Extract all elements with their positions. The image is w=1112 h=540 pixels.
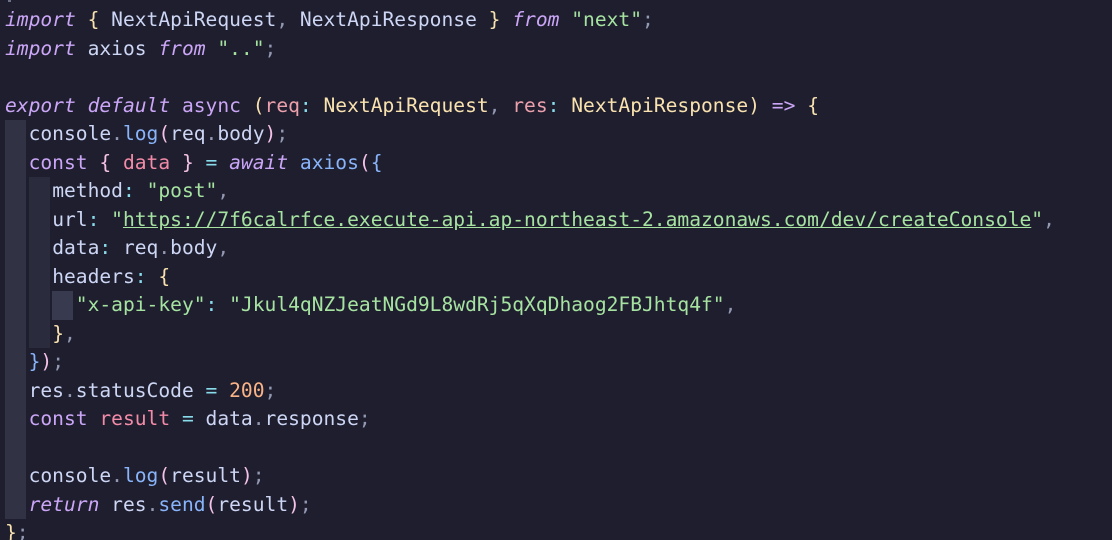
paren: ) <box>288 492 300 516</box>
code-line-5[interactable]: console.log(req.body); <box>5 120 1055 149</box>
keyword-const: const <box>28 150 88 174</box>
paren: ( <box>252 93 265 117</box>
string-literal: "x-api-key" <box>75 293 206 316</box>
brace: { <box>99 150 112 174</box>
code-line-12[interactable]: }, <box>5 319 1055 348</box>
keyword-return: return <box>28 492 100 516</box>
string-literal: "next" <box>571 8 643 31</box>
identifier: req <box>122 236 159 259</box>
identifier: console <box>28 122 112 145</box>
type-name: NextApiRequest <box>323 93 489 117</box>
code-line-1[interactable]: import { NextApiRequest, NextApiResponse… <box>5 6 1055 35</box>
function-name: log <box>122 122 159 145</box>
code-line-13[interactable]: }); <box>5 348 1055 377</box>
brace: } <box>28 350 41 373</box>
parameter: req <box>264 93 300 117</box>
string-literal: "post" <box>146 179 218 202</box>
property: method <box>52 179 123 202</box>
identifier: console <box>28 464 112 487</box>
identifier: res <box>111 492 147 516</box>
scroll-indicator <box>8 0 11 2</box>
keyword-from: from <box>158 36 206 60</box>
keyword-async: async <box>181 93 241 117</box>
paren: ) <box>40 350 53 373</box>
identifier: data <box>205 407 253 430</box>
keyword-from: from <box>512 8 560 31</box>
identifier: req <box>170 122 206 145</box>
brace: } <box>5 521 17 540</box>
arrow-operator: => <box>771 93 796 117</box>
brace: { <box>158 264 171 288</box>
number-literal: 200 <box>229 378 265 402</box>
property: statusCode <box>75 378 194 402</box>
keyword-const: const <box>28 407 88 430</box>
identifier: result <box>170 464 241 487</box>
code-line-9[interactable]: data: req.body, <box>5 234 1055 263</box>
property: headers <box>52 264 135 288</box>
string-literal: ".." <box>217 36 265 60</box>
paren: ) <box>264 122 277 145</box>
code-line-4[interactable]: export default async (req: NextApiReques… <box>5 92 1055 121</box>
paren: ( <box>358 150 371 174</box>
code-line-6[interactable]: const { data } = await axios({ <box>5 148 1055 177</box>
paren: ) <box>748 93 760 117</box>
identifier: body <box>217 122 265 145</box>
code-line-3[interactable] <box>5 63 1055 92</box>
code-line-19[interactable]: }; <box>5 519 1055 540</box>
variable: data <box>122 150 171 174</box>
keyword-default: default <box>87 93 171 117</box>
code-line-18[interactable]: return res.send(result); <box>5 490 1055 519</box>
paren: ) <box>240 464 253 487</box>
keyword-await: await <box>229 150 289 174</box>
identifier: axios <box>87 36 147 60</box>
parameter: res <box>512 93 548 117</box>
code-line-10[interactable]: headers: { <box>5 262 1055 291</box>
paren: ( <box>205 492 218 516</box>
brace: { <box>807 93 819 117</box>
url-link[interactable]: https://7f6calrfce.execute-api.ap-northe… <box>123 208 1031 231</box>
function-name: log <box>122 464 159 487</box>
paren: ( <box>158 464 171 487</box>
brace: } <box>52 321 64 345</box>
identifier: NextApiRequest <box>111 8 277 31</box>
quote: " <box>1031 207 1044 231</box>
code-line-11[interactable]: "x-api-key": "Jkul4qNZJeatNGd9L8wdRj5qXq… <box>5 291 1055 320</box>
code-area[interactable]: import { NextApiRequest, NextApiResponse… <box>5 6 1055 540</box>
code-line-17[interactable]: console.log(result); <box>5 462 1055 491</box>
code-editor[interactable]: import { NextApiRequest, NextApiResponse… <box>0 0 1112 540</box>
brace: { <box>370 150 383 174</box>
identifier: res <box>28 378 64 402</box>
identifier: NextApiResponse <box>299 8 477 31</box>
function-name: axios <box>299 150 359 174</box>
variable: result <box>99 407 171 430</box>
type-name: NextApiResponse <box>571 93 749 117</box>
code-line-2[interactable]: import axios from ".."; <box>5 35 1055 64</box>
paren: ( <box>158 122 171 145</box>
code-line-14[interactable]: res.statusCode = 200; <box>5 376 1055 405</box>
property: url <box>52 207 88 231</box>
code-line-7[interactable]: method: "post", <box>5 177 1055 206</box>
code-line-15[interactable]: const result = data.response; <box>5 405 1055 434</box>
code-line-8[interactable]: url: "https://7f6calrfce.execute-api.ap-… <box>5 205 1055 234</box>
keyword-import: import <box>5 8 76 31</box>
property: response <box>264 407 359 430</box>
property: data <box>52 236 100 259</box>
keyword-import: import <box>5 36 76 60</box>
brace: { <box>87 8 100 31</box>
identifier: body <box>170 236 218 259</box>
function-name: send <box>158 492 206 516</box>
code-line-16[interactable] <box>5 433 1055 462</box>
brace: } <box>181 150 194 174</box>
brace: } <box>488 8 501 31</box>
keyword-export: export <box>5 93 76 117</box>
identifier: result <box>217 492 289 516</box>
string-literal: "Jkul4qNZJeatNGd9L8wdRj5qXqDhaog2FBJhtq4… <box>229 293 725 316</box>
quote: " <box>111 207 123 231</box>
